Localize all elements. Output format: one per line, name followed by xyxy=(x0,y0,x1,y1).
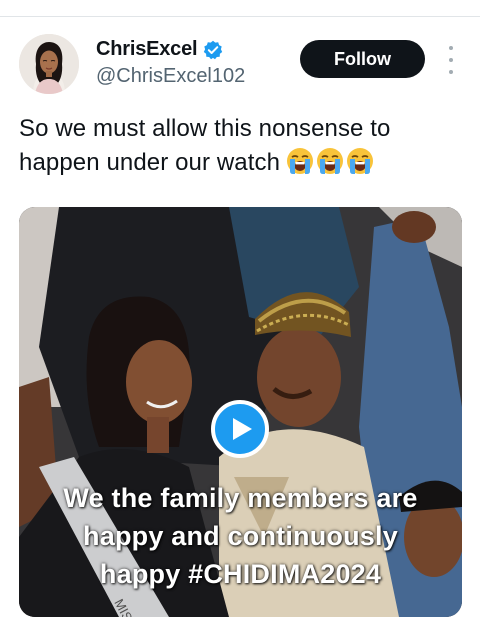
display-name[interactable]: ChrisExcel xyxy=(96,38,198,61)
verified-badge-icon xyxy=(203,40,223,60)
caption-line: happy #CHIDIMA2024 xyxy=(99,559,382,589)
caption-line: happy and continuously xyxy=(83,521,398,551)
avatar[interactable] xyxy=(19,34,79,94)
tweet-text: So we must allow this nonsense to happen… xyxy=(19,112,459,180)
author-name-row: ChrisExcel xyxy=(96,38,223,61)
video-caption: We the family members are happy and cont… xyxy=(19,479,462,593)
more-options-icon[interactable] xyxy=(441,46,461,74)
avatar-image xyxy=(19,34,79,94)
play-button[interactable] xyxy=(211,400,269,458)
loudly-crying-face-icon xyxy=(317,148,344,174)
loudly-crying-face-icon xyxy=(287,148,314,174)
play-icon xyxy=(233,418,252,440)
author-handle[interactable]: @ChrisExcel102 xyxy=(96,65,245,88)
top-divider xyxy=(0,16,480,17)
emoji-group xyxy=(286,147,374,175)
follow-button[interactable]: Follow xyxy=(300,40,425,78)
loudly-crying-face-icon xyxy=(347,148,374,174)
caption-line: We the family members are xyxy=(63,483,418,513)
video-media[interactable]: MISS We the family members are happy and… xyxy=(19,207,462,617)
